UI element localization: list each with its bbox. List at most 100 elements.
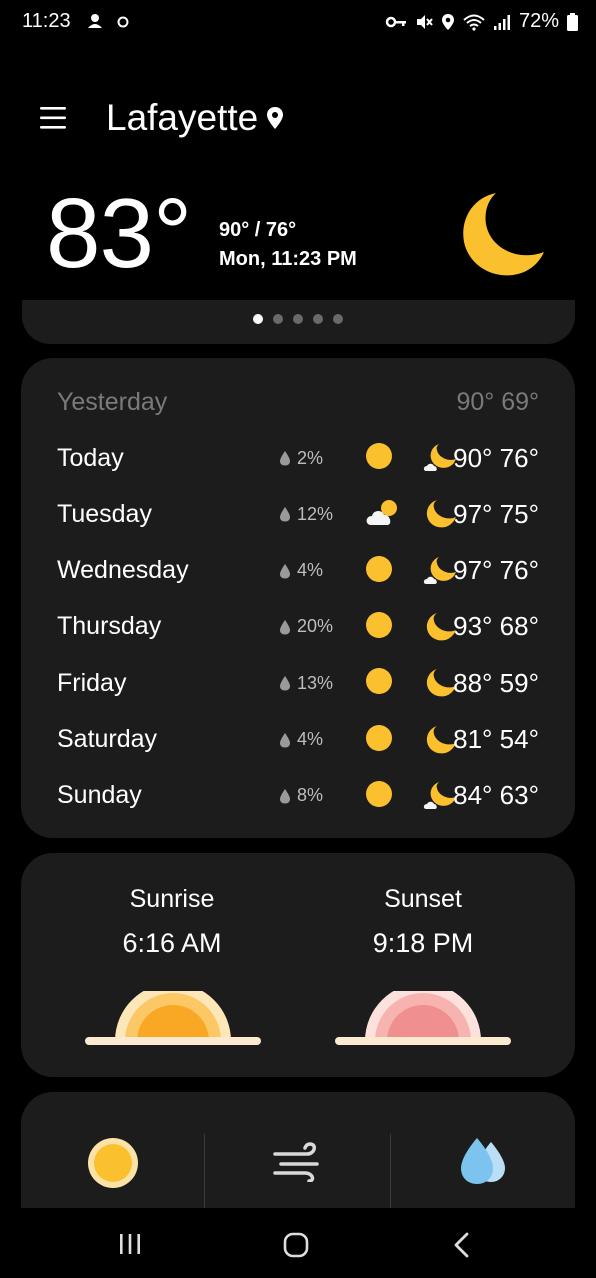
high-low-temp: 90° / 76°: [219, 219, 297, 241]
battery-percent: 72%: [518, 10, 559, 32]
raindrop-icon: [280, 676, 290, 691]
details-card[interactable]: [21, 1092, 575, 1222]
sun-icon: [365, 724, 393, 757]
battery-icon: [567, 12, 578, 31]
forecast-temps: 84° 63°: [453, 780, 539, 811]
sunrise-time: 6:16 AM: [122, 928, 222, 958]
sunrise-label: Sunrise: [129, 885, 215, 913]
precipitation-chance: 4%: [279, 729, 323, 750]
precipitation-chance: 4%: [279, 560, 323, 581]
wind-icon[interactable]: [273, 1142, 323, 1182]
city-name: Lafayette: [106, 97, 259, 138]
precipitation-chance: 20%: [279, 616, 333, 637]
forecast-row[interactable]: Thursday 20% 93° 68°: [57, 607, 539, 647]
forecast-day-label: Today: [57, 443, 124, 472]
page-dot: [253, 314, 263, 324]
sunrise-block: Sunrise 6:16 AM: [52, 885, 292, 959]
circle-icon: [117, 16, 129, 28]
yesterday-label: Yesterday: [57, 388, 168, 416]
yesterday-temps: 90° 69°: [456, 388, 539, 416]
hamburger-menu-icon: [40, 107, 66, 129]
page-indicator: [0, 314, 596, 324]
page-dot: [313, 314, 323, 324]
precip-value: 4%: [297, 729, 324, 749]
wifi-icon: [463, 14, 485, 31]
moon-icon: [463, 193, 544, 276]
sunset-icon: [335, 991, 511, 1045]
precipitation-chance: 13%: [279, 673, 333, 694]
status-right-icons: 72%: [385, 10, 578, 33]
precipitation-chance: 12%: [279, 504, 333, 525]
sun-icon: [365, 555, 393, 588]
page-dot: [333, 314, 343, 324]
forecast-row[interactable]: Sunday 8% 84° 63°: [57, 776, 539, 816]
notification-icon: [88, 14, 102, 28]
yesterday-row: Yesterday 90° 69°: [57, 388, 539, 417]
daily-forecast-card[interactable]: Yesterday 90° 69° Today 2% 90° 76° Tuesday 1…: [21, 358, 575, 838]
forecast-day-label: Friday: [57, 668, 127, 697]
forecast-row[interactable]: Today 2% 90° 76°: [57, 438, 539, 478]
precip-value: 4%: [297, 560, 324, 581]
precip-value: 13%: [297, 672, 334, 693]
forecast-row[interactable]: Friday 13% 88° 59°: [57, 663, 539, 703]
sunset-label: Sunset: [384, 885, 462, 913]
status-left-icons: [86, 12, 130, 30]
back-button[interactable]: [452, 1232, 472, 1258]
sunset-block: Sunset 9:18 PM: [303, 885, 543, 959]
precip-value: 8%: [297, 785, 324, 806]
forecast-day-label: Wednesday: [57, 556, 189, 585]
raindrop-icon: [280, 507, 290, 522]
precip-value: 20%: [297, 616, 334, 637]
forecast-day-label: Thursday: [57, 612, 162, 641]
sun-icon: [365, 611, 393, 644]
sun-icon: [365, 442, 393, 475]
status-time: 11:23: [22, 10, 71, 32]
divider: [204, 1134, 205, 1210]
raindrop-icon: [280, 619, 290, 635]
forecast-temps: 88° 59°: [453, 667, 539, 698]
raindrop-icon: [280, 451, 290, 466]
mute-icon: [416, 14, 433, 29]
location-icon: [441, 13, 454, 30]
sunrise-icon: [85, 991, 261, 1045]
location-title[interactable]: Lafayette: [106, 97, 284, 139]
cloud-sun-icon: [365, 498, 401, 533]
vpn-key-icon: [385, 16, 406, 27]
forecast-row[interactable]: Wednesday 4% 97° 76°: [57, 551, 539, 591]
page-dot: [273, 314, 283, 324]
recent-apps-button[interactable]: [118, 1232, 142, 1256]
home-button[interactable]: [283, 1232, 309, 1258]
forecast-temps: 81° 54°: [453, 724, 539, 754]
precipitation-chance: 8%: [279, 785, 323, 806]
current-datetime: Mon, 11:23 PM: [219, 248, 357, 270]
current-temperature: 83°: [46, 178, 192, 288]
forecast-row[interactable]: Saturday 4% 81° 54°: [57, 720, 539, 760]
signal-icon: [493, 14, 510, 30]
forecast-day-label: Saturday: [57, 725, 158, 753]
forecast-row[interactable]: Tuesday 12% 97° 75°: [57, 494, 539, 534]
uv-sun-icon[interactable]: [87, 1137, 139, 1189]
sunset-time: 9:18 PM: [372, 928, 474, 958]
sun-icon: [365, 780, 393, 813]
sunrise-sunset-card[interactable]: Sunrise 6:16 AM Sunset 9:18 PM: [21, 853, 575, 1077]
status-bar: 11:23 72%: [0, 0, 596, 44]
forecast-temps: 97° 75°: [453, 498, 539, 529]
location-pin-icon: [267, 107, 284, 129]
precipitation-chance: 2%: [279, 448, 323, 469]
forecast-temps: 90° 76°: [453, 442, 539, 473]
sun-icon: [365, 667, 393, 700]
forecast-day-label: Tuesday: [57, 499, 152, 528]
divider: [390, 1134, 391, 1210]
precip-value: 2%: [297, 447, 324, 468]
page-dot: [293, 314, 303, 324]
raindrop-icon: [280, 563, 290, 579]
raindrop-icon: [280, 732, 290, 747]
forecast-day-label: Sunday: [57, 781, 142, 810]
forecast-temps: 93° 68°: [453, 611, 539, 642]
forecast-temps: 97° 76°: [453, 555, 539, 586]
humidity-drops-icon[interactable]: [457, 1136, 509, 1188]
precip-value: 12%: [297, 503, 334, 524]
navigation-bar: [0, 1208, 596, 1278]
raindrop-icon: [280, 788, 290, 804]
menu-button[interactable]: [38, 103, 68, 133]
